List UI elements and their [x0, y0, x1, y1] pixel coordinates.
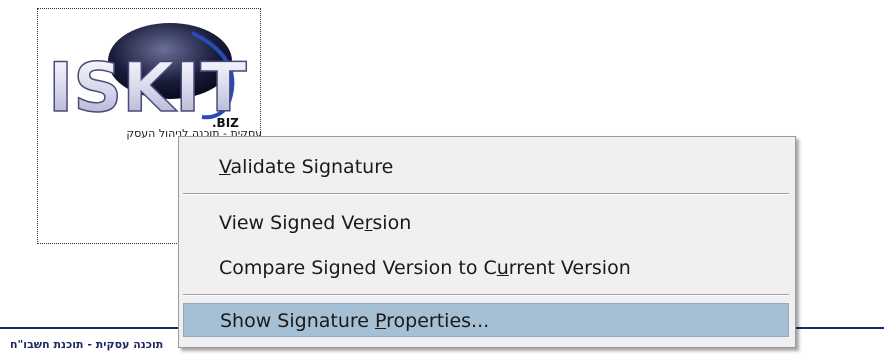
- footer-text: תוכנה עסקית - תוכנת חשבו"ח: [10, 338, 164, 351]
- menu-item-label-pre: View Signed Ve: [219, 212, 365, 234]
- menu-item-label-pre: Show Signature: [220, 310, 376, 332]
- menu-item-label-post: sion: [372, 212, 412, 234]
- menu-item-accelerator: u: [496, 257, 509, 279]
- menu-item-accelerator: V: [219, 156, 231, 178]
- menu-item-show-signature-properties[interactable]: Show Signature Properties...: [183, 303, 789, 337]
- signature-context-menu: Validate Signature View Signed Version C…: [178, 136, 796, 348]
- menu-item-view-signed-version[interactable]: View Signed Version: [183, 206, 789, 240]
- menu-item-validate-signature[interactable]: Validate Signature: [183, 150, 789, 184]
- menu-item-label-pre: Compare Signed Version to C: [219, 257, 497, 279]
- document-page: ISKIT .BIZ עסקית - תוכנה לניהול העסק תוכ…: [0, 0, 884, 356]
- menu-item-label-post: rrent Version: [508, 257, 631, 279]
- menu-item-label-post: alidate Signature: [230, 156, 394, 178]
- iskit-logo: ISKIT .BIZ: [42, 19, 254, 131]
- menu-item-compare-signed-version[interactable]: Compare Signed Version to Current Versio…: [183, 251, 789, 285]
- menu-separator: [183, 193, 789, 195]
- menu-item-label-post: roperties...: [386, 310, 490, 332]
- menu-item-accelerator: P: [375, 310, 387, 332]
- menu-separator: [183, 294, 789, 296]
